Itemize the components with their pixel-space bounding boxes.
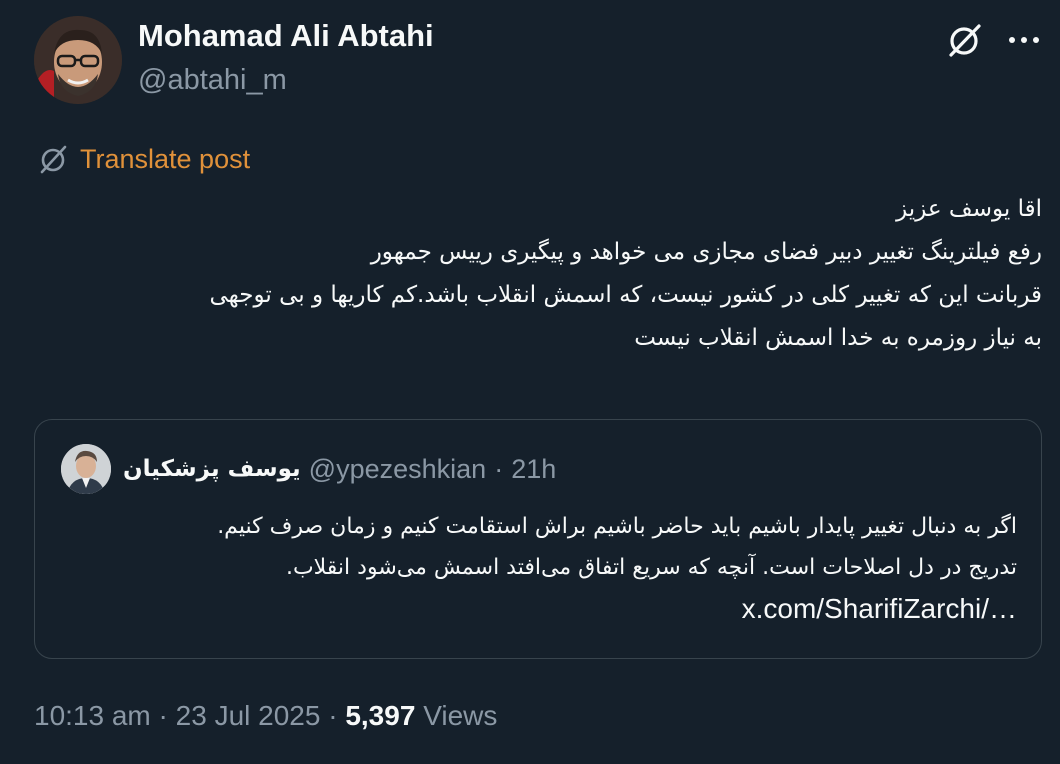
quoted-author-avatar-image xyxy=(61,444,111,494)
translate-post-label: Translate post xyxy=(80,143,251,174)
quoted-post-line: تدریج در دل اصلاحات است. آنچه که سریع ات… xyxy=(285,555,1017,580)
views-label: Views xyxy=(423,700,498,731)
post-line: به نیاز روزمره به خدا اسمش انقلاب نیست xyxy=(634,325,1042,351)
post-line: اقا یوسف عزیز xyxy=(896,196,1042,222)
quoted-post-text: اگر به دنبال تغییر پایدار باشیم باید حاض… xyxy=(57,506,1017,629)
post-time[interactable]: 10:13 am xyxy=(34,700,151,731)
quoted-post-link[interactable]: x.com/SharifiZarchi/… xyxy=(57,588,1017,629)
translate-icon xyxy=(40,145,67,174)
author-avatar[interactable] xyxy=(34,16,122,104)
post-date[interactable]: 23 Jul 2025 xyxy=(176,700,321,731)
more-horizontal-icon[interactable] xyxy=(1004,24,1044,56)
separator-dot: · xyxy=(158,700,168,731)
quoted-post-header: یوسف پزشکیان @ypezeshkian · 21h xyxy=(61,444,556,494)
quoted-post-line: اگر به دنبال تغییر پایدار باشیم باید حاض… xyxy=(217,514,1017,539)
author-handle[interactable]: @abtahi_m xyxy=(138,64,287,97)
quoted-post-card[interactable]: یوسف پزشکیان @ypezeshkian · 21h اگر به د… xyxy=(34,419,1042,659)
post-line: قربانت این که تغییر کلی در کشور نیست، که… xyxy=(209,282,1042,308)
quoted-author-name[interactable]: یوسف پزشکیان xyxy=(123,456,301,482)
views-count[interactable]: 5,397 xyxy=(345,700,415,731)
author-avatar-image xyxy=(34,16,122,104)
post-line: رفع فیلترینگ تغییر دبیر فضای مجازی می خو… xyxy=(370,239,1042,265)
author-name[interactable]: Mohamad Ali Abtahi xyxy=(138,18,434,54)
no-signal-icon[interactable] xyxy=(944,20,984,60)
translate-post-button[interactable]: Translate post xyxy=(36,140,250,178)
post-meta: 10:13 am · 23 Jul 2025 · 5,397 Views xyxy=(34,700,497,732)
quoted-post-time[interactable]: 21h xyxy=(511,454,556,485)
quoted-author-avatar[interactable] xyxy=(61,444,111,494)
post-text: اقا یوسف عزیز رفع فیلترینگ تغییر دبیر فض… xyxy=(32,188,1042,360)
separator-dot: · xyxy=(328,700,338,731)
quoted-author-handle[interactable]: @ypezeshkian xyxy=(309,454,487,485)
separator-dot: · xyxy=(494,453,504,484)
